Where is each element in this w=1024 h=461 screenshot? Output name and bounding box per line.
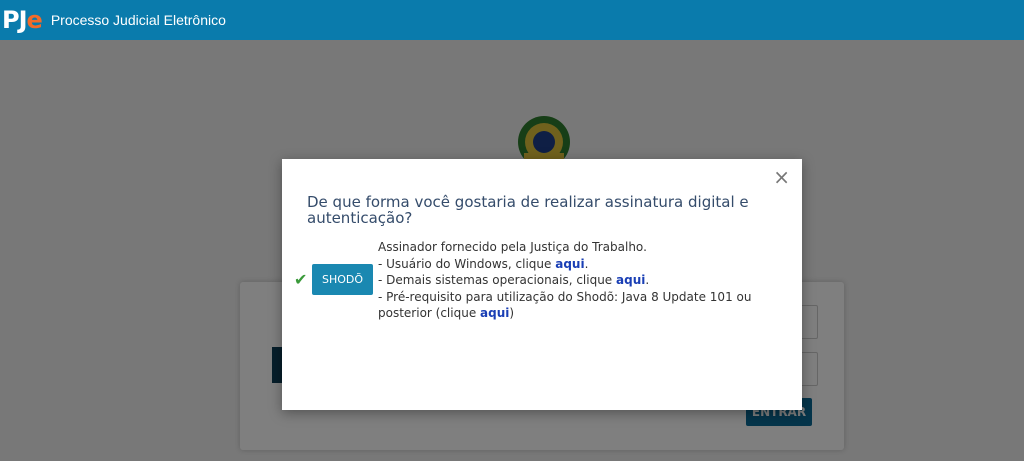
checkmark-icon: ✔ [294, 270, 308, 289]
shodo-line-4: - Pré-requisito para utilização do Shodõ… [378, 289, 778, 322]
app-title: Processo Judicial Eletrônico [50, 12, 226, 28]
shodo-description: Assinador fornecido pela Justiça do Trab… [378, 239, 778, 322]
logo-e: e [26, 6, 43, 34]
logo-pj: PJ [2, 6, 28, 34]
shodo-line-4-text: - Pré-requisito para utilização do Shodõ… [378, 289, 752, 321]
shodo-line-3-text: - Demais sistemas operacionais, clique [378, 273, 617, 287]
java-requirement-link[interactable]: aqui [480, 306, 509, 320]
signature-method-modal: × De que forma você gostaria de realizar… [282, 159, 802, 410]
windows-download-link[interactable]: aqui [555, 257, 584, 271]
other-os-download-link[interactable]: aqui [616, 273, 645, 287]
shodo-line-2-period: . [584, 256, 589, 271]
shodo-line-2: - Usuário do Windows, clique aqui. [378, 256, 778, 273]
shodo-line-3: - Demais sistemas operacionais, clique a… [378, 272, 778, 289]
pje-logo[interactable]: PJ e [2, 0, 43, 40]
close-icon[interactable]: × [773, 165, 790, 189]
shodo-line-1: Assinador fornecido pela Justiça do Trab… [378, 240, 647, 254]
shodo-line-4-paren: ) [509, 306, 515, 320]
top-bar: PJ e Processo Judicial Eletrônico [0, 0, 1024, 40]
shodo-line-3-period: . [645, 273, 650, 287]
shodo-button[interactable]: SHODÕ [312, 264, 373, 295]
modal-heading: De que forma você gostaria de realizar a… [307, 193, 749, 227]
shodo-line-2-text: - Usuário do Windows, clique [378, 256, 556, 271]
